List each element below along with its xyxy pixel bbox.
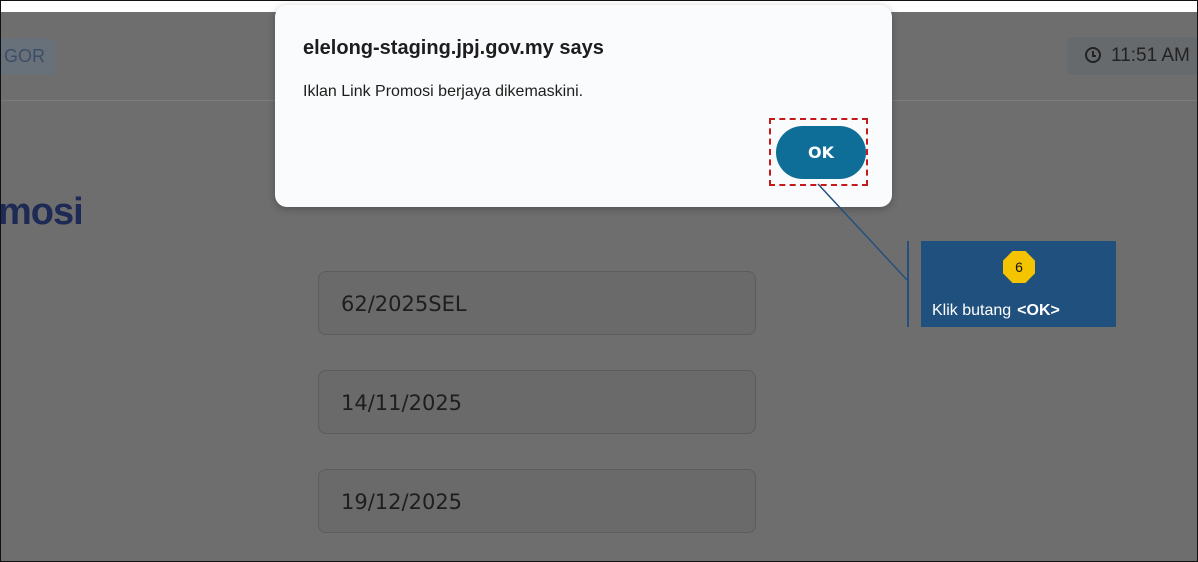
clock-time: 11:51 AM <box>1111 45 1190 66</box>
ok-button-highlight <box>769 118 868 186</box>
clock-display: 11:51 AM <box>1067 37 1197 75</box>
dialog-title: elelong-staging.jpj.gov.my says <box>303 37 604 59</box>
clock-icon <box>1085 47 1101 63</box>
callout-accent-bar <box>907 241 909 327</box>
callout-instruction: Klik butang <OK> <box>932 302 1060 320</box>
step-number-badge: 6 <box>1003 251 1035 283</box>
instruction-callout: 6 Klik butang <OK> <box>921 241 1116 327</box>
page-title: mosi <box>0 191 84 233</box>
dialog-message: Iklan Link Promosi berjaya dikemaskini. <box>303 83 584 100</box>
end-date-field[interactable]: 19/12/2025 <box>318 469 756 533</box>
state-badge[interactable]: GOR <box>1 38 55 75</box>
start-date-field[interactable]: 14/11/2025 <box>318 370 756 434</box>
callout-key-label: <OK> <box>1017 302 1060 319</box>
callout-instruction-text: Klik butang <box>932 302 1012 319</box>
reference-number-field[interactable]: 62/2025SEL <box>318 271 756 335</box>
